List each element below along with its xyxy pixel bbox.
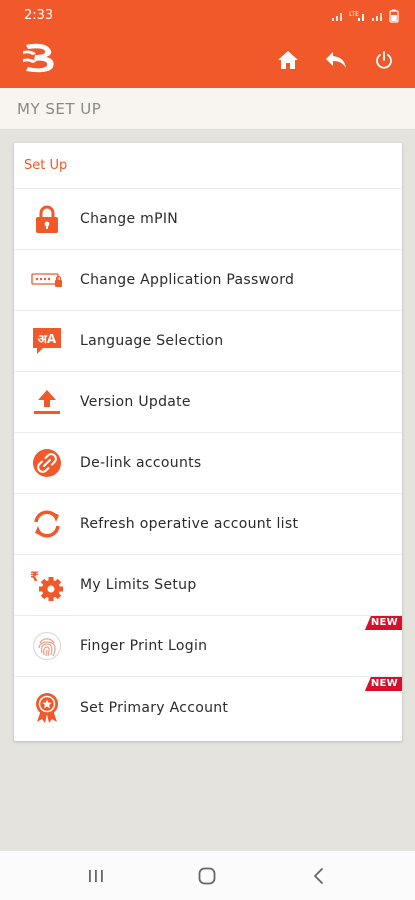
menu-item-change-mpin[interactable]: Change mPIN xyxy=(14,189,402,250)
menu-item-label: Change Application Password xyxy=(80,272,295,288)
password-icon xyxy=(14,250,80,311)
menu-item-refresh-accounts[interactable]: Refresh operative account list xyxy=(14,494,402,555)
system-home-button[interactable] xyxy=(187,856,227,896)
back-button[interactable] xyxy=(323,47,349,73)
status-time: 2:33 xyxy=(24,8,54,23)
new-badge: NEW xyxy=(364,677,402,691)
section-title: Set Up xyxy=(14,143,402,189)
svg-text:₹: ₹ xyxy=(30,570,39,585)
menu-item-change-app-password[interactable]: Change Application Password xyxy=(14,250,402,311)
menu-item-version-update[interactable]: Version Update xyxy=(14,372,402,433)
refresh-icon xyxy=(14,494,80,555)
lte-icon: LTE xyxy=(349,11,364,21)
signal-icon xyxy=(332,12,342,21)
recent-apps-icon xyxy=(88,869,103,882)
menu-item-label: Change mPIN xyxy=(80,211,179,227)
home-circle-icon xyxy=(199,867,216,884)
menu-item-finger-print-login[interactable]: Finger Print Login NEW xyxy=(14,616,402,677)
logout-button[interactable] xyxy=(371,47,397,73)
menu-item-language-selection[interactable]: अA Language Selection xyxy=(14,311,402,372)
menu-item-delink-accounts[interactable]: De-link accounts xyxy=(14,433,402,494)
menu-item-label: Set Primary Account xyxy=(80,699,229,716)
fingerprint-icon xyxy=(14,616,80,677)
lock-icon xyxy=(14,189,80,250)
power-icon xyxy=(376,50,392,69)
link-icon xyxy=(14,433,80,494)
new-badge: NEW xyxy=(364,616,402,630)
svg-text:अA: अA xyxy=(38,332,57,346)
award-icon xyxy=(14,677,80,738)
system-back-button[interactable] xyxy=(299,856,339,896)
back-icon xyxy=(326,51,346,68)
menu-item-label: Language Selection xyxy=(80,333,224,349)
limits-gear-icon: ₹ xyxy=(14,555,80,616)
system-nav-bar xyxy=(0,851,415,900)
app-bar xyxy=(0,31,415,88)
menu-item-label: My Limits Setup xyxy=(80,577,197,593)
language-icon: अA xyxy=(14,311,80,372)
page-title: MY SET UP xyxy=(17,99,102,118)
status-icons: LTE xyxy=(331,9,399,23)
bank-of-baroda-logo xyxy=(20,41,60,79)
menu-item-my-limits-setup[interactable]: ₹ My Limits Setup xyxy=(14,555,402,616)
setup-card: Set Up Change mPIN Change Application Pa… xyxy=(14,143,402,741)
menu-item-label: De-link accounts xyxy=(80,455,202,471)
page-header: MY SET UP xyxy=(0,88,415,130)
status-bar: 2:33 LTE xyxy=(0,0,415,31)
menu-item-label: Refresh operative account list xyxy=(80,516,299,532)
upload-icon xyxy=(14,372,80,433)
signal-icon xyxy=(372,12,382,21)
back-chevron-icon xyxy=(314,867,324,884)
home-icon xyxy=(278,50,298,69)
home-button[interactable] xyxy=(275,47,301,73)
menu-item-set-primary-account[interactable]: Set Primary Account NEW xyxy=(14,677,402,738)
battery-icon xyxy=(389,9,399,23)
svg-text:LTE: LTE xyxy=(349,11,359,18)
menu-item-label: Finger Print Login xyxy=(80,638,208,654)
recent-apps-button[interactable] xyxy=(76,856,116,896)
menu-item-label: Version Update xyxy=(80,394,191,410)
